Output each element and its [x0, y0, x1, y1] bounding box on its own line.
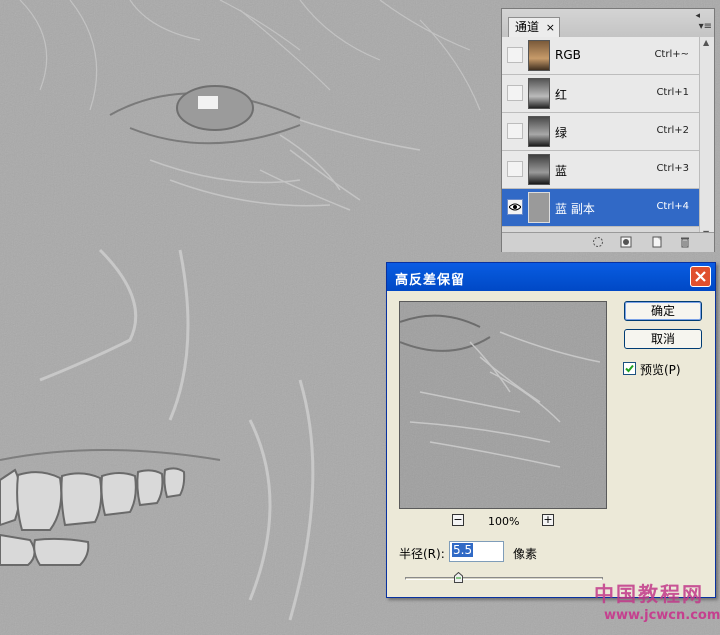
channel-shortcut: Ctrl+1	[656, 87, 689, 98]
zoom-in-button[interactable]: +	[542, 514, 554, 526]
close-icon	[695, 271, 706, 282]
channel-name: 绿	[555, 126, 568, 140]
channel-row-green[interactable]: 绿 Ctrl+2	[502, 113, 699, 151]
channel-shortcut: Ctrl+2	[656, 125, 689, 136]
watermark-text: 中国教程网	[594, 582, 704, 606]
channel-row-rgb[interactable]: RGB Ctrl+~	[502, 37, 699, 75]
radius-slider[interactable]	[405, 577, 603, 580]
channel-row-blue[interactable]: 蓝 Ctrl+3	[502, 151, 699, 189]
zoom-level: 100%	[488, 515, 520, 528]
preview-checkbox[interactable]	[623, 362, 636, 375]
channel-thumbnail	[528, 78, 550, 109]
radius-value: 5.5	[452, 543, 474, 557]
panel-scrollbar[interactable]: ▲ ▼	[699, 37, 714, 239]
scroll-up-icon[interactable]: ▲	[703, 38, 709, 47]
visibility-toggle[interactable]	[507, 85, 523, 101]
panel-tab-bar: 通道 × ◂ ▾≡	[502, 9, 714, 38]
channel-name: 蓝	[555, 164, 568, 178]
channel-thumbnail	[528, 40, 550, 71]
load-selection-icon[interactable]	[592, 236, 604, 248]
watermark-url: www.jcwcn.com	[604, 608, 720, 623]
channel-thumbnail	[528, 154, 550, 185]
dialog-close-button[interactable]	[690, 266, 711, 287]
channel-shortcut: Ctrl+~	[654, 49, 689, 60]
ok-button[interactable]: 确定	[624, 301, 702, 321]
filter-preview[interactable]	[399, 301, 607, 509]
channel-thumbnail	[528, 116, 550, 147]
preview-image	[400, 302, 606, 508]
channel-row-red[interactable]: 红 Ctrl+1	[502, 75, 699, 113]
channel-shortcut: Ctrl+3	[656, 163, 689, 174]
close-icon[interactable]: ×	[546, 18, 555, 37]
site-watermark: 中国教程网 www.jcwcn.com	[594, 578, 720, 630]
channel-shortcut: Ctrl+4	[656, 201, 689, 212]
new-channel-icon[interactable]	[651, 236, 663, 248]
radius-unit: 像素	[513, 547, 538, 561]
channel-thumbnail	[528, 192, 550, 223]
slider-thumb[interactable]	[453, 572, 463, 583]
radius-input[interactable]: 5.5	[449, 541, 504, 562]
panel-menu-icon[interactable]: ▾≡	[699, 21, 712, 32]
visibility-toggle[interactable]	[507, 123, 523, 139]
dialog-title: 高反差保留	[395, 273, 466, 288]
save-selection-icon[interactable]	[620, 236, 632, 248]
channel-name: 蓝 副本	[555, 202, 595, 216]
trash-icon[interactable]	[679, 236, 691, 248]
dialog-titlebar[interactable]: 高反差保留	[387, 263, 715, 291]
channels-panel: 通道 × ◂ ▾≡ RGB Ctrl+~ 红 Ctrl+1 绿 Ctrl+2 蓝…	[501, 8, 715, 252]
visibility-toggle[interactable]	[507, 161, 523, 177]
channel-name: 红	[555, 88, 568, 102]
channel-row-blue-copy[interactable]: 蓝 副本 Ctrl+4	[502, 189, 699, 227]
cancel-button[interactable]: 取消	[624, 329, 702, 349]
visibility-toggle[interactable]	[507, 47, 523, 63]
panel-footer	[502, 232, 714, 252]
high-pass-dialog: 高反差保留 − 100% + 确定 取消 预览(P) 半径(R): 5.5 像素	[386, 262, 716, 598]
tab-channels[interactable]: 通道 ×	[508, 17, 561, 37]
visibility-toggle[interactable]	[507, 199, 523, 215]
preview-label[interactable]: 预览(P)	[640, 361, 681, 378]
eye-icon	[509, 203, 521, 211]
radius-label: 半径(R):	[399, 547, 445, 561]
collapse-icon[interactable]: ◂	[695, 11, 700, 21]
checkmark-icon	[625, 364, 634, 373]
tab-channels-label: 通道	[515, 20, 540, 34]
channel-name: RGB	[555, 48, 581, 62]
zoom-out-button[interactable]: −	[452, 514, 464, 526]
